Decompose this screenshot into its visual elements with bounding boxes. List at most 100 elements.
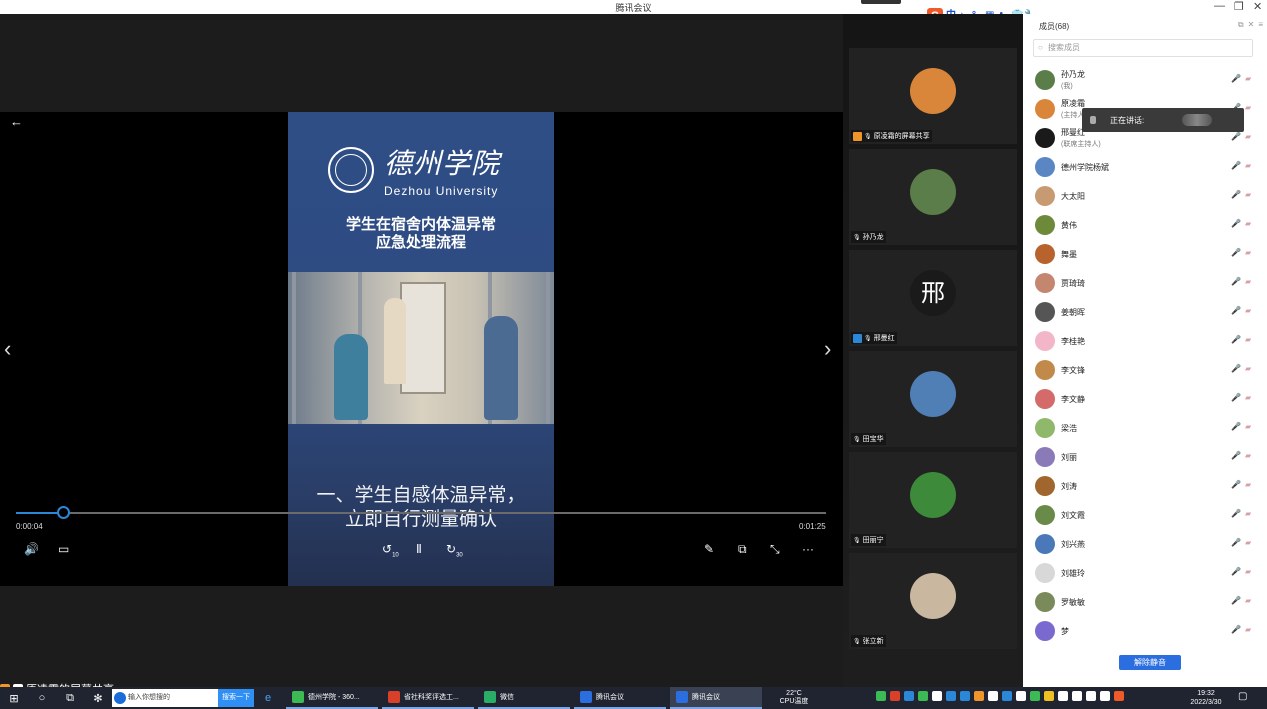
next-chevron-icon[interactable]: › [824, 336, 831, 362]
member-row[interactable]: 德州学院杨斌 🎤 ▰ [1023, 153, 1267, 182]
pause-button[interactable]: Ⅱ [416, 542, 422, 556]
back-arrow-icon[interactable]: ← [10, 114, 23, 129]
mic-muted-icon[interactable]: 🎤 [1231, 480, 1241, 489]
camera-off-icon[interactable]: ▰ [1245, 103, 1251, 112]
mic-muted-icon[interactable]: 🎤 [1231, 625, 1241, 634]
mic-muted-icon[interactable]: 🎤 [1231, 596, 1241, 605]
forward-30-button[interactable]: ↻30 [446, 542, 463, 558]
more-options-icon[interactable]: ··· [802, 542, 814, 556]
member-row[interactable]: 姜朝晖 🎤 ▰ [1023, 298, 1267, 327]
mic-muted-icon[interactable]: 🎤 [1231, 567, 1241, 576]
member-row[interactable]: 李文锋 🎤 ▰ [1023, 356, 1267, 385]
camera-off-icon[interactable]: ▰ [1245, 74, 1251, 83]
member-row[interactable]: 刘兴燕 🎤 ▰ [1023, 530, 1267, 559]
tray-icon[interactable] [932, 691, 942, 701]
picture-in-picture-icon[interactable]: ⧉ [738, 542, 747, 557]
camera-off-icon[interactable]: ▰ [1245, 393, 1251, 402]
member-row[interactable]: 舞墨 🎤 ▰ [1023, 240, 1267, 269]
seek-bar[interactable] [16, 506, 826, 519]
mic-muted-icon[interactable]: 🎤 [1231, 538, 1241, 547]
camera-off-icon[interactable]: ▰ [1245, 451, 1251, 460]
camera-off-icon[interactable]: ▰ [1245, 567, 1251, 576]
camera-off-icon[interactable]: ▰ [1245, 306, 1251, 315]
camera-off-icon[interactable]: ▰ [1245, 480, 1251, 489]
task-view-icon[interactable]: ⧉ [56, 692, 84, 705]
taskbar-app[interactable]: 省社科奖评选工... [382, 687, 474, 709]
tray-icon[interactable] [918, 691, 928, 701]
seek-handle[interactable] [56, 506, 70, 519]
tray-icon[interactable] [1100, 691, 1110, 701]
captions-icon[interactable]: ▭ [58, 542, 69, 556]
volume-icon[interactable]: 🔊 [24, 542, 39, 556]
camera-off-icon[interactable]: ▰ [1245, 190, 1251, 199]
member-row[interactable]: 梦 🎤 ▰ [1023, 617, 1267, 646]
member-row[interactable]: 李桂艳 🎤 ▰ [1023, 327, 1267, 356]
tray-icon[interactable] [890, 691, 900, 701]
tray-icon[interactable] [1016, 691, 1026, 701]
minimize-button[interactable]: — [1214, 0, 1225, 12]
unmute-all-button[interactable]: 解除静音 [1119, 655, 1181, 670]
drag-handle[interactable] [861, 0, 901, 4]
member-row[interactable]: 刘雄玲 🎤 ▰ [1023, 559, 1267, 588]
camera-off-icon[interactable]: ▰ [1245, 219, 1251, 228]
tray-icon[interactable] [1044, 691, 1054, 701]
tray-icon[interactable] [1086, 691, 1096, 701]
participant-tile[interactable]: 🎙 田丽宁 [849, 452, 1017, 548]
panel-menu-icon[interactable]: ≡ [1258, 20, 1263, 30]
member-row[interactable]: 刘丽 🎤 ▰ [1023, 443, 1267, 472]
member-search-input[interactable]: ○ 搜索成员 [1033, 39, 1253, 57]
mic-muted-icon[interactable]: 🎤 [1231, 248, 1241, 257]
participant-tile[interactable]: 🎙 孙乃龙 [849, 149, 1017, 245]
mic-muted-icon[interactable]: 🎤 [1231, 393, 1241, 402]
member-row[interactable]: 贾琦琦 🎤 ▰ [1023, 269, 1267, 298]
mic-muted-icon[interactable]: 🎤 [1231, 509, 1241, 518]
camera-off-icon[interactable]: ▰ [1245, 509, 1251, 518]
camera-off-icon[interactable]: ▰ [1245, 248, 1251, 257]
exit-fullscreen-icon[interactable]: ⤡ [770, 542, 780, 557]
participant-tile[interactable]: 邢 🎙 邢曼红 [849, 250, 1017, 346]
camera-off-icon[interactable]: ▰ [1245, 161, 1251, 170]
video-player[interactable]: ← ‹ › 德州学院 Dezhou University 学生在宿舍内体温异常 … [0, 112, 843, 586]
mic-muted-icon[interactable]: 🎤 [1231, 277, 1241, 286]
close-button[interactable]: ✕ [1253, 0, 1262, 13]
tray-icon[interactable] [988, 691, 998, 701]
notification-icon[interactable]: ▢ [1238, 691, 1247, 702]
taskbar-app[interactable]: 腾讯会议 [670, 687, 762, 709]
camera-off-icon[interactable]: ▰ [1245, 277, 1251, 286]
camera-off-icon[interactable]: ▰ [1245, 422, 1251, 431]
mic-muted-icon[interactable]: 🎤 [1231, 364, 1241, 373]
member-row[interactable]: 刘文霞 🎤 ▰ [1023, 501, 1267, 530]
mic-muted-icon[interactable]: 🎤 [1231, 451, 1241, 460]
pen-icon[interactable]: ✎ [704, 542, 714, 556]
tray-icon[interactable] [1072, 691, 1082, 701]
camera-off-icon[interactable]: ▰ [1245, 596, 1251, 605]
taskbar-search-button[interactable]: 搜索一下 [218, 689, 254, 707]
pinwheel-app-icon[interactable]: ✻ [84, 692, 112, 705]
restore-button[interactable]: ❐ [1234, 0, 1244, 13]
taskbar-app[interactable]: 腾讯会议 [574, 687, 666, 709]
tray-icon[interactable] [1058, 691, 1068, 701]
member-row[interactable]: 黄伟 🎤 ▰ [1023, 211, 1267, 240]
member-row[interactable]: 梁浩 🎤 ▰ [1023, 414, 1267, 443]
previous-chevron-icon[interactable]: ‹ [4, 336, 11, 362]
mic-muted-icon[interactable]: 🎤 [1231, 190, 1241, 199]
mic-muted-icon[interactable]: 🎤 [1231, 335, 1241, 344]
member-row[interactable]: 孙乃龙 (我) 🎤 ▰ [1023, 66, 1267, 95]
camera-off-icon[interactable]: ▰ [1245, 132, 1251, 141]
mic-muted-icon[interactable]: 🎤 [1231, 306, 1241, 315]
panel-close-icon[interactable]: ✕ [1248, 20, 1255, 30]
mic-muted-icon[interactable]: 🎤 [1231, 161, 1241, 170]
rewind-10-button[interactable]: ↺10 [382, 542, 399, 558]
tray-icon[interactable] [876, 691, 886, 701]
camera-off-icon[interactable]: ▰ [1245, 335, 1251, 344]
tray-icon[interactable] [960, 691, 970, 701]
mic-muted-icon[interactable]: 🎤 [1231, 422, 1241, 431]
member-row[interactable]: 李文静 🎤 ▰ [1023, 385, 1267, 414]
participant-tile[interactable]: 🎙 田宝华 [849, 351, 1017, 447]
tray-icon[interactable] [946, 691, 956, 701]
clock[interactable]: 19:32 2022/3/30 [1186, 689, 1226, 707]
taskbar-app[interactable]: 微信 [478, 687, 570, 709]
ie-icon[interactable]: e [254, 692, 282, 704]
participant-tile[interactable]: 🎙 原凌霜的屏幕共享 [849, 48, 1017, 144]
member-row[interactable]: 大太阳 🎤 ▰ [1023, 182, 1267, 211]
